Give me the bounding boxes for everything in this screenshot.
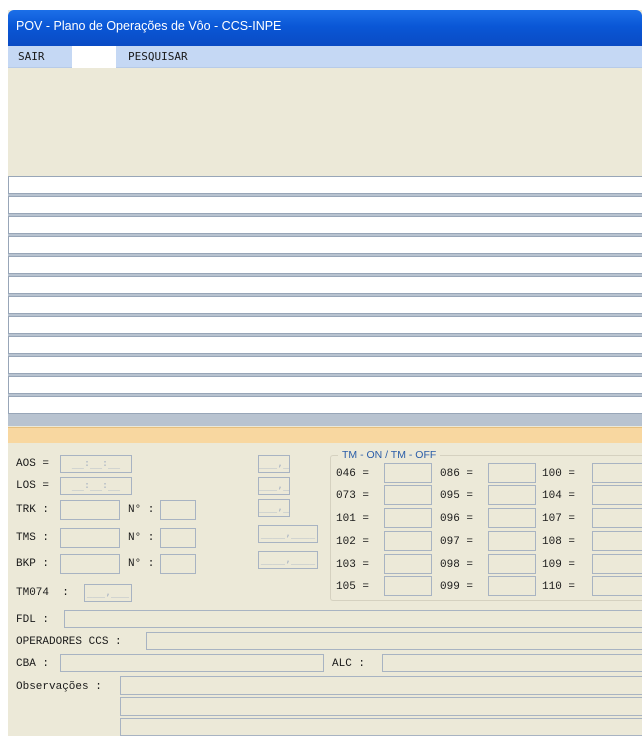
flight-plan-form: AOS = __:__:__ LOS = __:__:__ TRK : N° :… [8,443,642,736]
tms-number-input[interactable] [160,528,196,548]
fdl-label: FDL : [16,614,50,626]
list-row[interactable] [8,276,642,294]
observacoes-line-2[interactable] [120,697,642,716]
tm-input-103[interactable] [384,554,432,574]
cba-label: CBA : [16,658,50,670]
tm-label-107: 107 = [542,513,576,525]
tm-label-097: 097 = [440,536,474,548]
tm-input-110[interactable] [592,576,642,596]
menu-bar: SAIR PESQUISAR [8,46,642,68]
tm-label-095: 095 = [440,490,474,502]
list-row[interactable] [8,196,642,214]
tm074-input[interactable]: ___,___ [84,584,132,602]
tm-input-086[interactable] [488,463,536,483]
tm-label-086: 086 = [440,468,474,480]
observacoes-line-3[interactable] [120,718,642,736]
tm-label-104: 104 = [542,490,576,502]
tm-input-101[interactable] [384,508,432,528]
tm-group-title: TM - ON / TM - OFF [338,449,441,461]
frequency-input-4[interactable]: ____,____ [258,525,318,543]
fdl-input[interactable] [64,610,642,628]
tm-label-103: 103 = [336,559,370,571]
tm-input-107[interactable] [592,508,642,528]
list-row[interactable] [8,216,642,234]
tm-label-102: 102 = [336,536,370,548]
tm-input-108[interactable] [592,531,642,551]
tm-input-102[interactable] [384,531,432,551]
tms-number-label: N° : [128,532,155,544]
tm-input-105[interactable] [384,576,432,596]
tm-label-105: 105 = [336,581,370,593]
alc-input[interactable] [382,654,642,672]
bkp-label: BKP : [16,558,50,570]
tms-input[interactable] [60,528,120,548]
tm-label-108: 108 = [542,536,576,548]
tm-input-095[interactable] [488,485,536,505]
tm-label-073: 073 = [336,490,370,502]
frequency-input-1[interactable]: ___,___ [258,455,290,473]
operadores-label: OPERADORES CCS : [16,636,122,648]
tm-input-046[interactable] [384,463,432,483]
list-row[interactable] [8,236,642,254]
tm-label-096: 096 = [440,513,474,525]
menu-separator-gap [72,46,116,68]
tm-label-100: 100 = [542,468,576,480]
list-row[interactable] [8,336,642,354]
frequency-input-2[interactable]: ___,___ [258,477,290,495]
tm-input-073[interactable] [384,485,432,505]
bkp-input[interactable] [60,554,120,574]
title-bar: POV - Plano de Operações de Vôo - CCS-IN… [8,10,642,46]
tm-label-046: 046 = [336,468,370,480]
observacoes-line-1[interactable] [120,676,642,695]
trk-number-input[interactable] [160,500,196,520]
frequency-input-3[interactable]: ___,___ [258,499,290,517]
aos-label: AOS = [16,458,50,470]
window-title: POV - Plano de Operações de Vôo - CCS-IN… [16,19,282,33]
los-input[interactable]: __:__:__ [60,477,132,495]
trk-input[interactable] [60,500,120,520]
bkp-number-label: N° : [128,558,155,570]
aos-input[interactable]: __:__:__ [60,455,132,473]
tm-input-099[interactable] [488,576,536,596]
tm-label-098: 098 = [440,559,474,571]
tm-label-099: 099 = [440,581,474,593]
list-row[interactable] [8,296,642,314]
tm-input-100[interactable] [592,463,642,483]
alc-label: ALC : [332,658,366,670]
trk-label: TRK : [16,504,50,516]
list-row[interactable] [8,356,642,374]
list-row[interactable] [8,376,642,394]
observacoes-label: Observações : [16,681,102,693]
tm-label-101: 101 = [336,513,370,525]
menu-pesquisar[interactable]: PESQUISAR [128,50,188,63]
list-row[interactable] [8,176,642,194]
tm074-label: TM074 : [16,587,69,599]
tm-input-097[interactable] [488,531,536,551]
frequency-input-5[interactable]: ____,____ [258,551,318,569]
list-row[interactable] [8,316,642,334]
top-panel [8,68,642,185]
tm-label-109: 109 = [542,559,576,571]
tm-input-098[interactable] [488,554,536,574]
tm-input-109[interactable] [592,554,642,574]
trk-number-label: N° : [128,504,155,516]
los-label: LOS = [16,480,50,492]
operadores-input[interactable] [146,632,642,650]
results-list[interactable] [8,176,642,426]
list-row[interactable] [8,256,642,274]
list-row[interactable] [8,396,642,414]
tm-input-104[interactable] [592,485,642,505]
tm-input-096[interactable] [488,508,536,528]
menu-sair[interactable]: SAIR [18,50,45,63]
tm-label-110: 110 = [542,581,576,593]
status-bar [8,427,642,443]
cba-input[interactable] [60,654,324,672]
bkp-number-input[interactable] [160,554,196,574]
tms-label: TMS : [16,532,50,544]
